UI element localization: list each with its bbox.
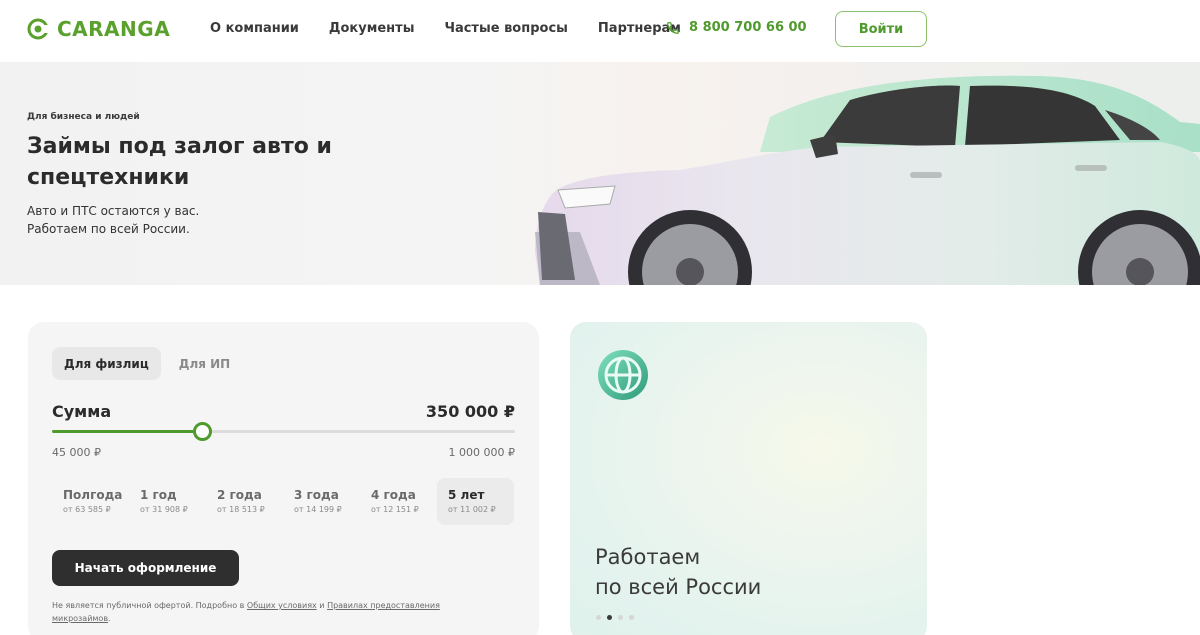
logo-text: CARANGA	[57, 17, 171, 41]
sum-slider-thumb[interactable]	[193, 422, 213, 441]
disclaimer-mid: и	[316, 601, 328, 610]
phone-icon	[667, 21, 679, 34]
loan-calculator: Для физлиц Для ИП Сумма 350 000 ₽ 45 000…	[28, 322, 539, 635]
promo-title: Работаем по всей России	[595, 542, 761, 602]
carousel-dot[interactable]	[607, 615, 612, 620]
tab-individuals[interactable]: Для физлиц	[52, 347, 161, 380]
term-price: от 63 585 ₽	[63, 505, 111, 514]
hero-tag: Для бизнеса и людей	[27, 112, 140, 122]
sum-range-min: 45 000 ₽	[52, 446, 101, 459]
term-name: Полгода	[63, 488, 123, 502]
term-name: 5 лет	[448, 488, 485, 502]
nav-faq[interactable]: Частые вопросы	[444, 21, 567, 36]
carousel-dot[interactable]	[596, 615, 601, 620]
term-price: от 18 513 ₽	[217, 505, 265, 514]
carousel-dot[interactable]	[618, 615, 623, 620]
term-option-5-years[interactable]: 5 лет от 11 002 ₽	[437, 478, 514, 525]
promo-title-line1: Работаем	[595, 545, 701, 569]
term-name: 3 года	[294, 488, 339, 502]
hero-title: Займы под залог авто и спецтехники	[27, 134, 332, 190]
promo-title-line2: по всей России	[595, 575, 762, 599]
logo[interactable]: CARANGA	[27, 17, 170, 41]
term-option-half-year[interactable]: Полгода от 63 585 ₽	[52, 478, 129, 525]
hero-banner: Для бизнеса и людей Займы под залог авто…	[0, 62, 1200, 285]
term-name: 1 год	[140, 488, 177, 502]
term-options: Полгода от 63 585 ₽ 1 год от 31 908 ₽ 2 …	[52, 478, 514, 525]
term-price: от 31 908 ₽	[140, 505, 188, 514]
logo-mark-icon	[27, 18, 49, 40]
disclaimer-prefix: Не является публичной офертой. Подробно …	[52, 601, 247, 610]
tab-entrepreneurs[interactable]: Для ИП	[167, 347, 242, 380]
carousel-dot[interactable]	[629, 615, 634, 620]
term-option-2-years[interactable]: 2 года от 18 513 ₽	[206, 478, 283, 525]
borrower-type-tabs: Для физлиц Для ИП	[52, 347, 242, 380]
site-header: CARANGA О компании Документы Частые вопр…	[0, 0, 1200, 62]
promo-card[interactable]: Работаем по всей России	[570, 322, 927, 635]
term-price: от 14 199 ₽	[294, 505, 342, 514]
carousel-dots	[596, 615, 634, 620]
disclaimer: Не является публичной офертой. Подробно …	[52, 599, 482, 625]
login-button[interactable]: Войти	[835, 11, 927, 47]
phone-link[interactable]: 8 800 700 66 00	[666, 20, 807, 35]
nav-documents[interactable]: Документы	[329, 21, 415, 36]
disclaimer-suffix: .	[108, 614, 111, 623]
sum-slider[interactable]	[52, 422, 515, 441]
term-price: от 12 151 ₽	[371, 505, 419, 514]
car-image	[535, 75, 1200, 285]
term-name: 2 года	[217, 488, 262, 502]
term-price: от 11 002 ₽	[448, 505, 496, 514]
main-nav: О компании Документы Частые вопросы Парт…	[210, 21, 681, 36]
globe-icon	[598, 350, 648, 400]
hero-subtitle: Авто и ПТС остаются у вас. Работаем по в…	[27, 202, 199, 238]
term-name: 4 года	[371, 488, 416, 502]
general-terms-link[interactable]: Общих условиях	[247, 601, 317, 610]
term-option-1-year[interactable]: 1 год от 31 908 ₽	[129, 478, 206, 525]
term-option-3-years[interactable]: 3 года от 14 199 ₽	[283, 478, 360, 525]
sum-value: 350 000 ₽	[425, 402, 515, 421]
sum-range-max: 1 000 000 ₽	[448, 446, 515, 459]
sum-label: Сумма	[52, 402, 112, 421]
hero-subtitle-line1: Авто и ПТС остаются у вас.	[27, 204, 200, 218]
nav-about[interactable]: О компании	[210, 21, 299, 36]
phone-number: 8 800 700 66 00	[689, 20, 807, 35]
term-option-4-years[interactable]: 4 года от 12 151 ₽	[360, 478, 437, 525]
hero-subtitle-line2: Работаем по всей России.	[27, 222, 190, 236]
start-application-button[interactable]: Начать оформление	[52, 550, 239, 586]
sum-slider-fill	[52, 430, 203, 433]
